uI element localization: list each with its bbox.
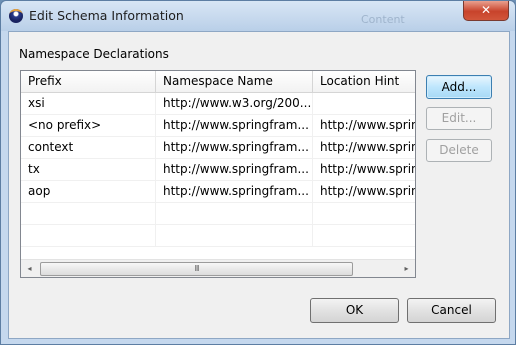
namespace-cell: http://www.w3.org/200...	[156, 93, 313, 114]
window-title: Edit Schema Information	[29, 8, 184, 23]
location-hint-cell: http://www.sprin	[320, 140, 415, 154]
location-hint-cell: http://www.sprin	[320, 184, 415, 198]
table-header: Prefix Namespace Name Location Hint	[21, 71, 415, 93]
location-hint-cell	[313, 203, 415, 224]
add-button[interactable]: Add...	[426, 75, 492, 99]
location-hint-cell	[313, 225, 415, 246]
table-body: xsi http://www.w3.org/200... <no prefix>…	[21, 93, 415, 247]
dialog-window: Edit Schema Information Content ✕ Namesp…	[0, 0, 516, 345]
column-header-namespace-name[interactable]: Namespace Name	[156, 71, 313, 92]
table-row[interactable]: aop http://www.springfram... http://www.…	[21, 181, 415, 203]
prefix-cell: tx	[21, 159, 156, 180]
prefix-cell	[21, 203, 156, 224]
ok-button[interactable]: OK	[310, 298, 399, 323]
prefix-cell	[21, 225, 156, 246]
grip-icon: III	[194, 264, 199, 273]
column-header-prefix[interactable]: Prefix	[21, 71, 156, 92]
prefix-cell: xsi	[21, 93, 156, 114]
table-row[interactable]: xsi http://www.w3.org/200...	[21, 93, 415, 115]
edit-button[interactable]: Edit...	[426, 107, 492, 130]
namespace-cell: http://www.springfram...	[156, 181, 313, 202]
cancel-button[interactable]: Cancel	[407, 298, 496, 323]
eclipse-icon	[9, 9, 23, 23]
dialog-content: Namespace Declarations Prefix Namespace …	[8, 31, 510, 339]
background-window-title: Content	[361, 13, 405, 26]
scroll-left-arrow-icon[interactable]: ◂	[21, 260, 38, 277]
namespace-cell	[156, 225, 313, 246]
prefix-cell: context	[21, 137, 156, 158]
namespace-cell: http://www.springfram...	[156, 115, 313, 136]
table-row[interactable]: <no prefix> http://www.springfram... htt…	[21, 115, 415, 137]
location-hint-cell	[313, 93, 415, 114]
title-bar[interactable]: Edit Schema Information Content ✕	[1, 1, 515, 31]
table-row[interactable]: context http://www.springfram... http://…	[21, 137, 415, 159]
prefix-cell: <no prefix>	[21, 115, 156, 136]
horizontal-scrollbar[interactable]: ◂ III ▸	[21, 259, 415, 277]
scrollbar-thumb[interactable]: III	[40, 262, 353, 276]
table-row[interactable]: tx http://www.springfram... http://www.s…	[21, 159, 415, 181]
namespace-table[interactable]: Prefix Namespace Name Location Hint xsi …	[20, 70, 416, 278]
close-icon: ✕	[480, 3, 492, 17]
prefix-cell: aop	[21, 181, 156, 202]
column-header-location-hint[interactable]: Location Hint	[313, 71, 415, 92]
scroll-right-arrow-icon[interactable]: ▸	[398, 260, 415, 277]
table-row-empty[interactable]	[21, 203, 415, 225]
table-row-empty[interactable]	[21, 225, 415, 247]
location-hint-cell: http://www.sprin	[320, 118, 415, 132]
namespace-cell: http://www.springfram...	[156, 137, 313, 158]
namespace-declarations-label: Namespace Declarations	[19, 47, 169, 61]
location-hint-cell: http://www.sprin	[320, 162, 415, 176]
namespace-cell	[156, 203, 313, 224]
close-button[interactable]: ✕	[463, 1, 509, 21]
delete-button[interactable]: Delete	[426, 139, 492, 162]
namespace-cell: http://www.springfram...	[156, 159, 313, 180]
